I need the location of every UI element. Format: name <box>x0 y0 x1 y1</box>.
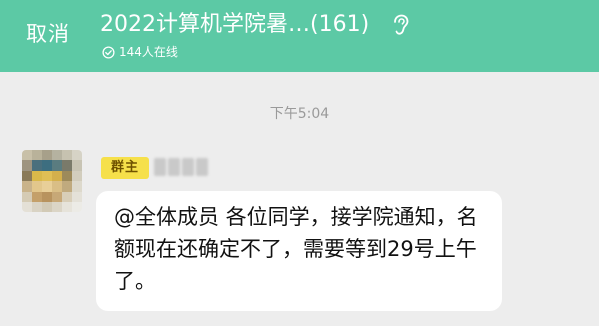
avatar[interactable] <box>22 150 82 212</box>
role-badge: 群主 <box>101 157 149 179</box>
chat-screen: 取消 2022计算机学院暑…(161) 144人在线 下午5:04 群主 @全体… <box>0 0 599 326</box>
group-title[interactable]: 2022计算机学院暑…(161) <box>100 10 369 40</box>
message-timestamp: 下午5:04 <box>269 106 330 122</box>
ear-icon[interactable] <box>390 14 410 36</box>
online-count: 144人在线 <box>119 45 178 59</box>
sender-name-blurred <box>154 158 210 178</box>
message-text: @全体成员 各位同学，接学院通知，名额现在还确定不了，需要等到29号上午了。 <box>114 205 478 293</box>
online-status: 144人在线 <box>102 43 178 61</box>
cancel-button[interactable]: 取消 <box>26 20 70 48</box>
chat-header: 取消 2022计算机学院暑…(161) 144人在线 <box>0 0 599 72</box>
message-bubble[interactable]: @全体成员 各位同学，接学院通知，名额现在还确定不了，需要等到29号上午了。 <box>96 191 502 311</box>
online-check-icon <box>102 45 115 59</box>
